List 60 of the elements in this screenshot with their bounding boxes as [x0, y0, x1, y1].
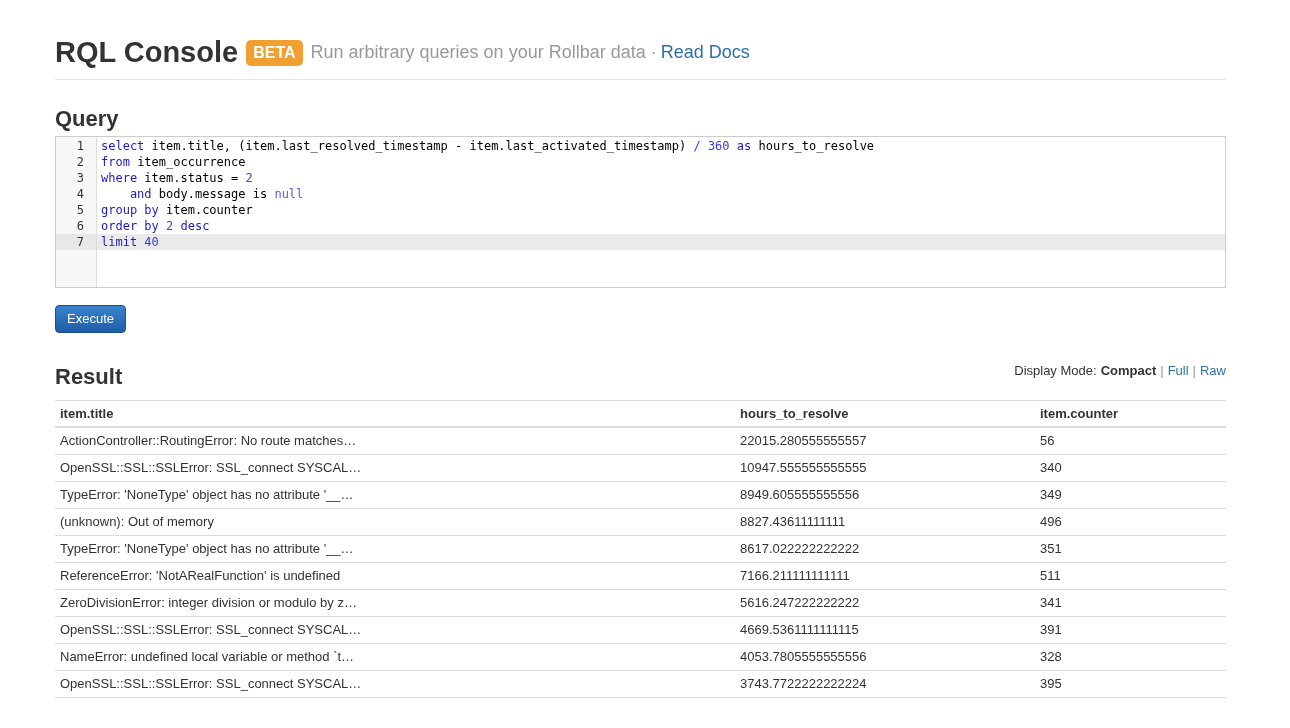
code-line: select item.title, (item.last_resolved_timestamp - item.last_activated_timestamp) / 360 as hours_to_resolve	[100, 137, 876, 154]
table-cell-text: 3743.7722222222224	[740, 675, 868, 694]
column-header: item.title	[60, 404, 115, 423]
table-cell-text: 8949.605555555556	[740, 486, 861, 505]
table-cell-text: 10947.555555555555	[740, 459, 868, 478]
table-cell-text: 496	[1040, 513, 1063, 532]
table-cell-text: 4669.5361111111115	[740, 621, 860, 640]
display-mode-label: Display Mode:	[1014, 361, 1097, 380]
line-number: 6	[76, 218, 84, 233]
read-docs-link[interactable]: Read Docs	[660, 39, 750, 66]
table-cell-text: OpenSSL::SSL::SSLError: SSL_connect SYSCAL…	[60, 621, 363, 640]
code-line: group by item.counter	[100, 201, 254, 218]
table-cell-text: (unknown): Out of memory	[60, 513, 215, 532]
line-number: 1	[76, 138, 84, 153]
code-line: from item_occurrence	[100, 153, 247, 170]
line-number: 7	[76, 234, 84, 249]
separator: |	[1192, 361, 1196, 380]
line-number: 4	[76, 186, 84, 201]
display-mode-option[interactable]: Compact	[1100, 360, 1157, 380]
table-cell-text: 22015.280555555557	[740, 432, 868, 451]
line-number: 2	[76, 154, 84, 169]
section-heading: Result	[55, 362, 123, 390]
table-cell-text: 395	[1040, 675, 1063, 694]
code-editor[interactable]	[55, 135, 1226, 288]
table-cell-text: OpenSSL::SSL::SSLError: SSL_connect SYSCAL…	[60, 459, 363, 478]
column-header: item.counter	[1040, 404, 1119, 423]
section-heading: Query	[55, 105, 120, 133]
beta-badge: BETA	[246, 39, 303, 66]
code-line: order by 2 desc	[100, 217, 211, 234]
table-cell-text: 349	[1040, 486, 1063, 505]
line-number: 5	[76, 202, 84, 217]
table-cell-text: 351	[1040, 540, 1063, 559]
table-cell-text: 391	[1040, 621, 1063, 640]
page-subtitle: Run arbitrary queries on your Rollbar data ·	[310, 41, 657, 64]
table-cell-text: NameError: undefined local variable or method `t…	[60, 648, 356, 667]
table-cell-text: 511	[1040, 567, 1062, 586]
table-cell-text: 5616.247222222222	[740, 594, 861, 613]
table-cell-text: 328	[1040, 648, 1063, 667]
table-cell-text: 7166.211111111111	[740, 567, 851, 586]
table-cell-text: TypeError: 'NoneType' object has no attribute '__…	[60, 486, 355, 505]
page-title: RQL Console	[55, 38, 239, 67]
table-cell-text: 8617.022222222222	[740, 540, 861, 559]
table-cell-text: TypeError: 'NoneType' object has no attribute '__…	[60, 540, 355, 559]
table-cell-text: 4053.7805555555556	[740, 648, 868, 667]
table-cell-text: ActionController::RoutingError: No route matches…	[60, 432, 358, 451]
column-header: hours_to_resolve	[740, 404, 850, 423]
code-line: and body.message is null	[128, 185, 305, 202]
table-cell-text: ZeroDivisionError: integer division or modulo by z…	[60, 594, 358, 613]
table-cell-text: 8827.43611111111	[740, 513, 847, 532]
table-cell-text: 56	[1040, 432, 1056, 451]
display-mode-option[interactable]: Raw	[1200, 360, 1226, 380]
execute-button[interactable]: Execute	[55, 304, 126, 333]
line-number: 3	[76, 170, 84, 185]
separator: |	[1160, 361, 1164, 380]
table-cell-text: ReferenceError: 'NotARealFunction' is undefined	[60, 567, 342, 586]
table-cell-text: 340	[1040, 459, 1063, 478]
table-cell-text: 341	[1040, 594, 1063, 613]
code-line: where item.status = 2	[100, 169, 254, 186]
table-cell-text: OpenSSL::SSL::SSLError: SSL_connect SYSCAL…	[60, 675, 363, 694]
display-mode-option[interactable]: Full	[1167, 360, 1189, 380]
